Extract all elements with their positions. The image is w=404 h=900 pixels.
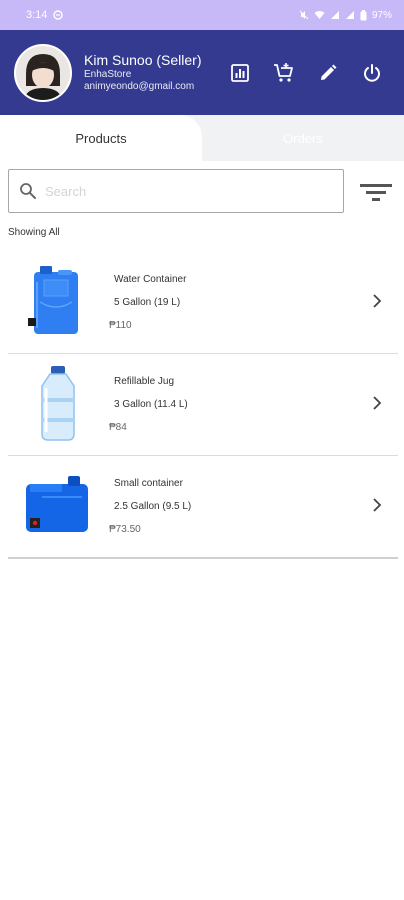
product-size: 3 Gallon (11.4 L) <box>114 399 188 410</box>
search-row <box>0 169 404 213</box>
tab-products[interactable]: Products <box>0 115 202 161</box>
product-size: 2.5 Gallon (9.5 L) <box>114 501 192 512</box>
product-item[interactable]: Small container 2.5 Gallon (9.5 L) ₱73.5… <box>8 456 398 559</box>
mute-icon <box>299 10 309 20</box>
wifi-icon <box>314 10 325 20</box>
search-box <box>8 169 344 213</box>
product-image <box>22 262 94 342</box>
product-image <box>22 466 94 546</box>
product-item[interactable]: Water Container 5 Gallon (19 L) ₱110 <box>8 252 398 354</box>
report-button[interactable] <box>228 61 252 85</box>
status-time: 3:14 <box>26 9 48 21</box>
status-bar: 3:14 97% <box>0 0 404 30</box>
notification-icon <box>53 10 64 20</box>
chevron-right-icon <box>373 498 382 512</box>
product-item[interactable]: Refillable Jug 3 Gallon (11.4 L) ₱84 <box>8 354 398 456</box>
product-name: Small container <box>114 478 183 489</box>
product-price: ₱110 <box>109 320 132 331</box>
battery-percent: 97% <box>371 9 392 21</box>
edit-button[interactable] <box>316 61 340 85</box>
search-icon <box>20 183 36 199</box>
profile-info: Kim Sunoo (Seller) EnhaStore animyeondo@… <box>84 52 202 93</box>
product-price: ₱84 <box>109 422 127 433</box>
power-icon <box>364 63 380 82</box>
profile-email: animyeondo@gmail.com <box>84 80 195 92</box>
store-name: EnhaStore <box>84 68 132 80</box>
status-left: 3:14 <box>26 9 64 21</box>
seller-header: Kim Sunoo (Seller) EnhaStore animyeondo@… <box>0 30 404 115</box>
status-right: 97% <box>299 9 392 21</box>
logout-button[interactable] <box>360 61 384 85</box>
product-size: 5 Gallon (19 L) <box>114 297 181 308</box>
chevron-right-icon <box>373 396 382 410</box>
signal-icon-1 <box>330 10 340 20</box>
report-icon <box>231 63 249 82</box>
tab-bar: Products Orders <box>0 115 404 161</box>
header-actions <box>228 30 384 115</box>
search-input[interactable] <box>43 182 317 200</box>
cart-icon <box>274 62 293 82</box>
profile-name: Kim Sunoo (Seller) <box>84 52 202 69</box>
product-price: ₱73.50 <box>109 524 141 535</box>
tab-orders[interactable]: Orders <box>202 115 404 161</box>
battery-icon <box>360 9 367 21</box>
edit-icon <box>321 64 337 80</box>
chevron-right-icon <box>373 294 382 308</box>
filter-icon <box>360 184 392 201</box>
product-name: Refillable Jug <box>114 376 175 387</box>
filter-button[interactable] <box>358 176 394 206</box>
product-list: Water Container 5 Gallon (19 L) ₱110 Ref… <box>0 252 404 559</box>
product-name: Water Container <box>114 274 187 285</box>
product-image <box>22 364 94 444</box>
cart-button[interactable] <box>272 61 296 85</box>
avatar[interactable] <box>14 43 72 102</box>
filter-status-label: Showing All <box>8 227 60 238</box>
signal-icon-2 <box>345 10 355 20</box>
